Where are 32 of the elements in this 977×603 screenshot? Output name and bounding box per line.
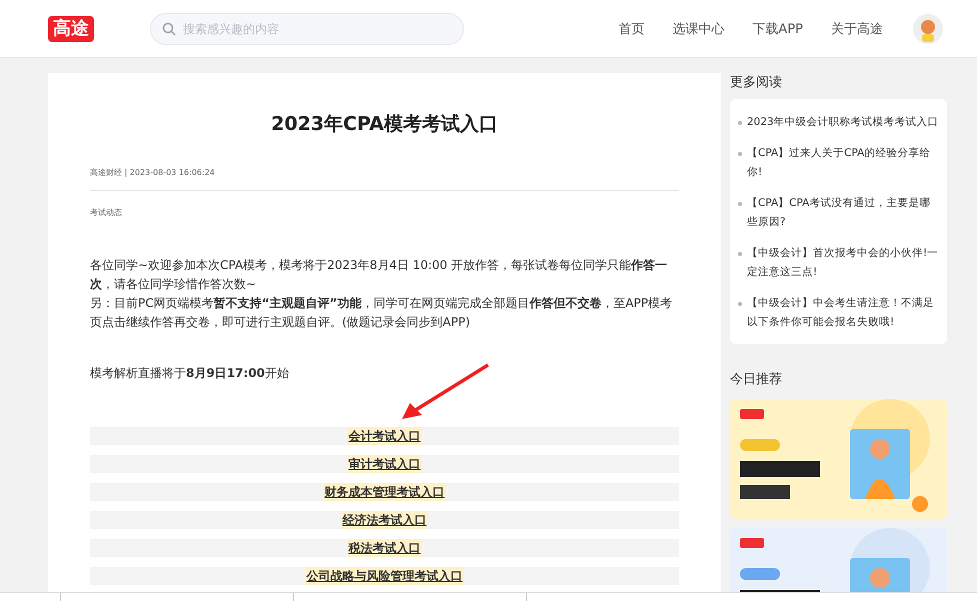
article-link[interactable]: 【CPA】过来人关于CPA的经验分享给你! (747, 144, 941, 182)
article-link[interactable]: 2023年中级会计职称考试模考考试入口 (747, 113, 939, 132)
category-label: 考试动态 (90, 207, 123, 218)
section-title: 更多阅读 (730, 74, 783, 92)
notice-text: 模考解析直播将于8月9日17:00开始 (90, 365, 290, 382)
entry-link[interactable]: 公司战略与风险管理考试入口 (306, 567, 464, 585)
nav-link[interactable]: 下载APP (752, 20, 803, 38)
search-icon (162, 22, 176, 36)
bullet-icon (738, 152, 742, 156)
bullet-icon (738, 252, 742, 256)
entry-link[interactable]: 会计考试入口 (348, 427, 422, 445)
article-link[interactable]: 【中级会计】中会考生请注意！不满足以下条件你可能会报名失败哦! (747, 294, 941, 332)
article-link[interactable]: 【中级会计】首次报考中会的小伙伴!一定注意这三点! (747, 244, 941, 282)
bullet-icon (738, 302, 742, 306)
search-field[interactable]: 搜索感兴趣的内容 (150, 12, 464, 44)
article-link[interactable]: 【CPA】CPA考试没有通过，主要是哪些原因? (747, 194, 941, 232)
entry-link[interactable]: 财务成本管理考试入口 (324, 483, 446, 501)
bullet-icon (738, 121, 742, 125)
nav-link[interactable]: 选课中心 (672, 20, 724, 38)
entry-link[interactable]: 审计考试入口 (348, 455, 422, 473)
avatar-icon[interactable] (913, 14, 943, 44)
entry-link[interactable]: 经济法考试入口 (342, 511, 428, 529)
section-title: 今日推荐 (730, 371, 783, 389)
nav-link[interactable]: 关于高途 (831, 20, 883, 38)
logo[interactable]: 高途 (48, 16, 94, 42)
nav-link[interactable]: 首页 (618, 20, 644, 38)
bullet-icon (738, 202, 742, 206)
entry-link[interactable]: 税法考试入口 (348, 539, 422, 557)
article-title: 2023年CPA模考考试入口 (270, 112, 499, 137)
paragraph: 另：目前PC网页端模考暂不支持“主观题自评”功能，同学可在网页端完成全部题目作答但不交卷，至APP模考页点击继续作答再交卷，即可进行主观题自评。(做题记录会同步到APP) (90, 295, 674, 331)
paragraph: 各位同学~欢迎参加本次CPA模考，模考将于2023年8月4日 10:00 开放作答，每张试卷每位同学只能作答一次，请各位同学珍惜作答次数~ (90, 257, 668, 293)
article-meta: 高途财经 | 2023-08-03 16:06:24 (90, 167, 216, 178)
